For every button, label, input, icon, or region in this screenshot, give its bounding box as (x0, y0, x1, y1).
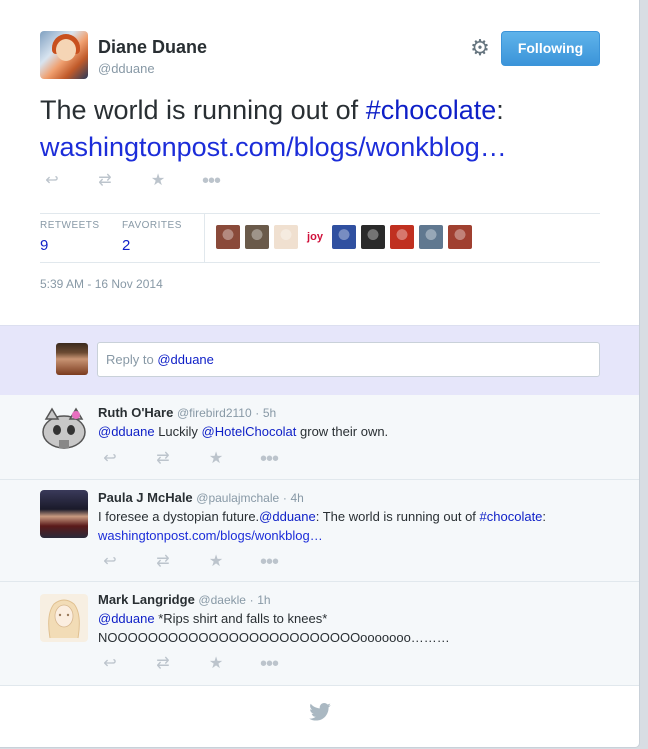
author-fullname[interactable]: Diane Duane (98, 37, 207, 58)
retweet-icon[interactable]: ⇄ (151, 450, 175, 468)
reply-text-segment: : (542, 509, 547, 524)
reply-author-username[interactable]: @daekle (198, 593, 246, 607)
more-icon[interactable]: ••• (257, 552, 281, 572)
reply-author-name[interactable]: Mark Langridge (98, 592, 195, 607)
reply-item[interactable]: Ruth O'Hare @firebird2110 · 5h @dduane L… (0, 395, 639, 480)
reply-icon[interactable]: ↩ (98, 450, 122, 468)
favoriter-avatar[interactable] (419, 225, 443, 249)
favorites-label: FAVORITES (122, 220, 182, 231)
favoriter-avatar[interactable] (216, 225, 240, 249)
favoriter-avatar[interactable] (361, 225, 385, 249)
favorite-icon[interactable]: ★ (146, 172, 170, 190)
hashtag-link[interactable]: #chocolate (366, 95, 497, 125)
favorites-count: 2 (122, 237, 131, 254)
reply-icon[interactable]: ↩ (98, 655, 122, 673)
favorites-stat[interactable]: FAVORITES 2 (122, 220, 182, 254)
favoriter-avatars: joy (216, 225, 477, 249)
retweets-count: 9 (40, 237, 49, 254)
mention-link[interactable]: @dduane (98, 611, 155, 626)
reply-text-segment: *Rips shirt and falls to knees* (154, 611, 328, 626)
reply-text-segment: : The world is running out of (315, 509, 480, 524)
favoriter-avatar[interactable] (332, 225, 356, 249)
tweet-text-prefix: The world is running out of (40, 95, 366, 125)
mention-link[interactable]: @HotelChocolat (202, 424, 297, 439)
reply-author-username[interactable]: @paulajmchale (196, 491, 279, 505)
main-tweet: Diane Duane @dduane ⚙ Following The worl… (0, 0, 639, 325)
reply-text: I foresee a dystopian future.@dduane: Th… (98, 507, 618, 545)
favorite-icon[interactable]: ★ (204, 450, 228, 468)
retweet-icon[interactable]: ⇄ (151, 553, 175, 571)
more-icon[interactable]: ••• (199, 171, 223, 191)
reply-time[interactable]: 5h (263, 406, 276, 420)
reply-item[interactable]: Mark Langridge @daekle · 1h @dduane *Rip… (0, 582, 639, 686)
reply-author-name[interactable]: Paula J McHale (98, 490, 193, 505)
reply-mention: @dduane (157, 352, 214, 367)
separator-dot: · (249, 593, 254, 607)
favoriter-avatar[interactable]: joy (303, 225, 327, 249)
hashtag-link[interactable]: #chocolate (480, 509, 543, 524)
tweet-timestamp[interactable]: 5:39 AM - 16 Nov 2014 (40, 277, 163, 291)
reply-text-segment: I foresee a dystopian future. (98, 509, 260, 524)
favoriter-avatar[interactable] (245, 225, 269, 249)
separator-dot: · (282, 491, 287, 505)
tweet-card: Diane Duane @dduane ⚙ Following The worl… (0, 0, 640, 748)
mention-link[interactable]: @dduane (259, 509, 316, 524)
reply-time[interactable]: 4h (290, 491, 303, 505)
reply-box: Reply to @dduane (0, 325, 639, 396)
tweet-text: The world is running out of #chocolate: … (40, 92, 620, 166)
reply-author-name[interactable]: Ruth O'Hare (98, 405, 173, 420)
reply-text-segment: grow their own. (296, 424, 389, 439)
favoriter-avatar[interactable] (390, 225, 414, 249)
article-link[interactable]: washingtonpost.com/blogs/wonkblog… (98, 528, 323, 543)
favorite-icon[interactable]: ★ (204, 553, 228, 571)
favorite-icon[interactable]: ★ (204, 655, 228, 673)
author-username[interactable]: @dduane (98, 61, 155, 76)
reply-input[interactable]: Reply to @dduane (97, 342, 600, 377)
favoriter-avatar[interactable] (448, 225, 472, 249)
reply-avatar[interactable] (40, 405, 88, 453)
tweet-actions: ↩ ⇄ ★ ••• (40, 171, 252, 191)
more-icon[interactable]: ••• (257, 449, 281, 469)
reply-text-segment: NOOOOOOOOOOOOOOOOOOOOOOOOOooooooo……… (98, 630, 450, 645)
reply-text-segment: Luckily (154, 424, 202, 439)
reply-header: Paula J McHale @paulajmchale · 4h (98, 490, 304, 505)
reply-header: Mark Langridge @daekle · 1h (98, 592, 271, 607)
reply-text: @dduane *Rips shirt and falls to knees* … (98, 609, 618, 647)
reply-icon[interactable]: ↩ (98, 553, 122, 571)
reply-placeholder: Reply to (106, 352, 158, 367)
following-button[interactable]: Following (501, 31, 600, 66)
twitter-bird-icon (309, 703, 331, 721)
article-link[interactable]: washingtonpost.com/blogs/wonkblog… (40, 132, 507, 162)
retweets-stat[interactable]: RETWEETS 9 (40, 220, 100, 254)
reply-time[interactable]: 1h (257, 593, 270, 607)
gear-icon[interactable]: ⚙ (469, 37, 491, 59)
current-user-avatar (56, 343, 88, 375)
retweet-icon[interactable]: ⇄ (151, 655, 175, 673)
reply-author-username[interactable]: @firebird2110 (177, 406, 252, 420)
reply-text: @dduane Luckily @HotelChocolat grow thei… (98, 422, 618, 441)
retweets-label: RETWEETS (40, 220, 100, 231)
reply-avatar[interactable] (40, 490, 88, 538)
stats-divider (204, 214, 205, 262)
tweet-stats: RETWEETS 9 FAVORITES 2 joy (40, 213, 600, 263)
tweet-text-colon: : (496, 95, 504, 125)
more-icon[interactable]: ••• (257, 654, 281, 674)
reply-avatar[interactable] (40, 594, 88, 642)
reply-actions: ↩ ⇄ ★ ••• (98, 654, 310, 674)
retweet-icon[interactable]: ⇄ (93, 172, 117, 190)
favoriter-avatar[interactable] (274, 225, 298, 249)
author-avatar[interactable] (40, 31, 88, 79)
mention-link[interactable]: @dduane (98, 424, 155, 439)
reply-item[interactable]: Paula J McHale @paulajmchale · 4h I fore… (0, 480, 639, 582)
reply-actions: ↩ ⇄ ★ ••• (98, 552, 310, 572)
reply-actions: ↩ ⇄ ★ ••• (98, 449, 310, 469)
reply-icon[interactable]: ↩ (40, 172, 64, 190)
separator-dot: · (255, 406, 260, 420)
reply-header: Ruth O'Hare @firebird2110 · 5h (98, 405, 276, 420)
